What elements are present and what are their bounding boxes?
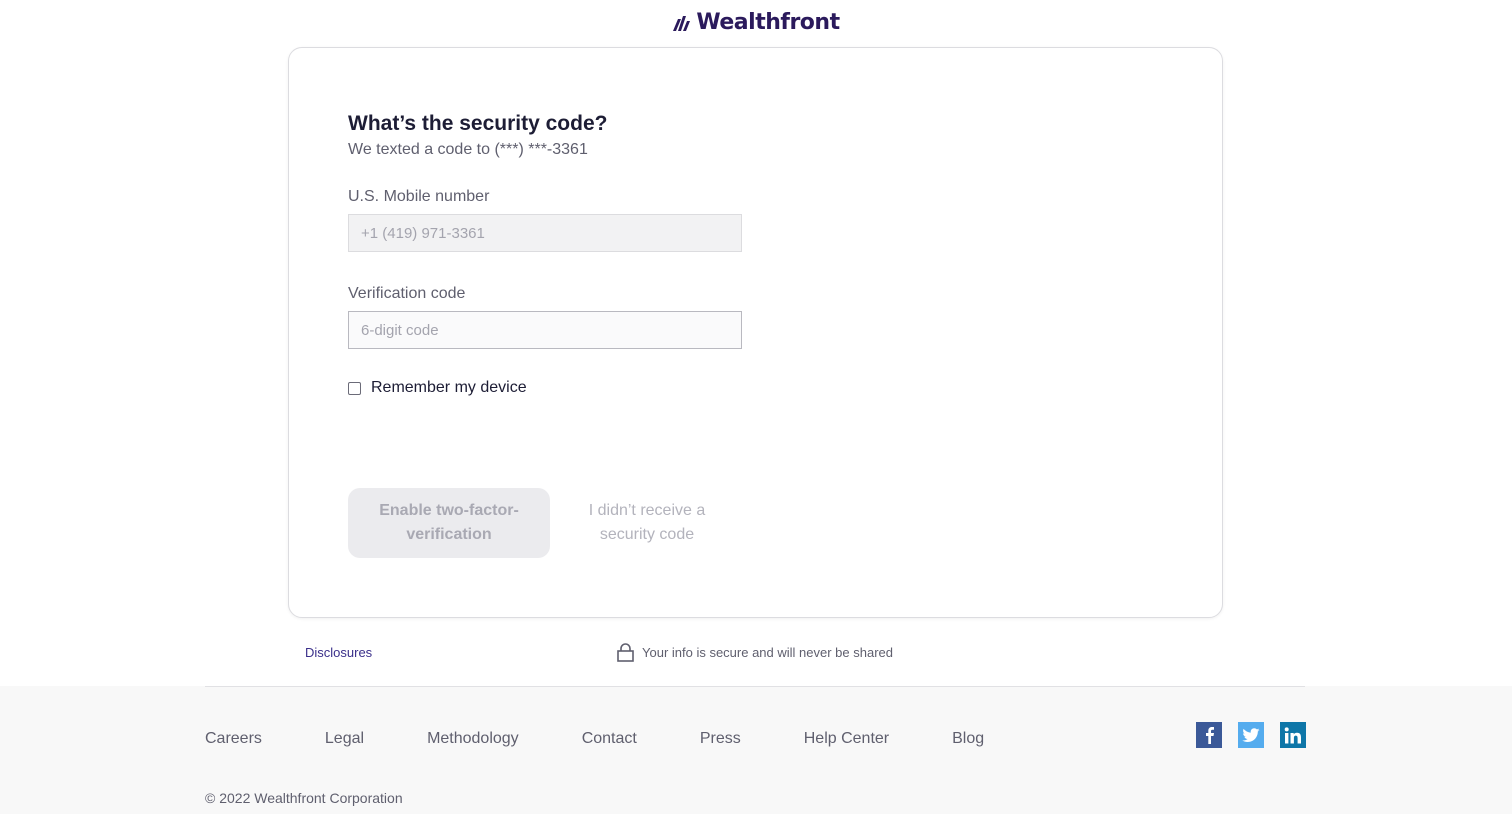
- phone-label: U.S. Mobile number: [348, 188, 490, 205]
- remember-device-checkbox[interactable]: [348, 381, 361, 395]
- twitter-icon: [1242, 727, 1260, 742]
- logo-text: Wealthfront: [696, 10, 840, 35]
- footer-link-press[interactable]: Press: [700, 730, 741, 748]
- security-notice-text: Your info is secure and will never be sh…: [642, 645, 893, 660]
- footer-link-blog[interactable]: Blog: [952, 730, 984, 748]
- facebook-link[interactable]: [1196, 722, 1222, 748]
- footer: Careers Legal Methodology Contact Press …: [0, 686, 1512, 814]
- disclosures-link[interactable]: Disclosures: [305, 645, 372, 660]
- linkedin-link[interactable]: [1280, 722, 1306, 748]
- social-links: [1196, 722, 1306, 748]
- facebook-icon: [1206, 727, 1214, 744]
- footer-link-careers[interactable]: Careers: [205, 730, 262, 748]
- verification-code-input[interactable]: [348, 311, 742, 349]
- footer-link-contact[interactable]: Contact: [582, 730, 637, 748]
- wealthfront-logo-icon: [673, 15, 691, 31]
- page-subtitle: We texted a code to (***) ***-3361: [348, 141, 588, 158]
- security-notice: Your info is secure and will never be sh…: [617, 643, 893, 662]
- lock-icon: [617, 643, 634, 662]
- remember-device-option[interactable]: Remember my device: [348, 379, 527, 397]
- linkedin-icon: [1284, 726, 1301, 743]
- remember-device-label: Remember my device: [371, 379, 527, 396]
- page-title: What’s the security code?: [348, 112, 608, 135]
- phone-input: [348, 214, 742, 252]
- twitter-link[interactable]: [1238, 722, 1264, 748]
- security-code-card: What’s the security code? We texted a co…: [288, 47, 1223, 618]
- wealthfront-logo[interactable]: Wealthfront: [0, 10, 1512, 35]
- verification-code-label: Verification code: [348, 285, 466, 302]
- footer-link-legal[interactable]: Legal: [325, 730, 364, 748]
- copyright: © 2022 Wealthfront Corporation: [205, 790, 403, 806]
- footer-divider: [205, 686, 1305, 687]
- enable-two-factor-button[interactable]: Enable two-factor-verification: [348, 488, 550, 558]
- resend-code-button[interactable]: I didn’t receive a security code: [574, 488, 720, 558]
- footer-link-help-center[interactable]: Help Center: [804, 730, 889, 748]
- footer-nav: Careers Legal Methodology Contact Press …: [205, 730, 984, 748]
- footer-link-methodology[interactable]: Methodology: [427, 730, 519, 748]
